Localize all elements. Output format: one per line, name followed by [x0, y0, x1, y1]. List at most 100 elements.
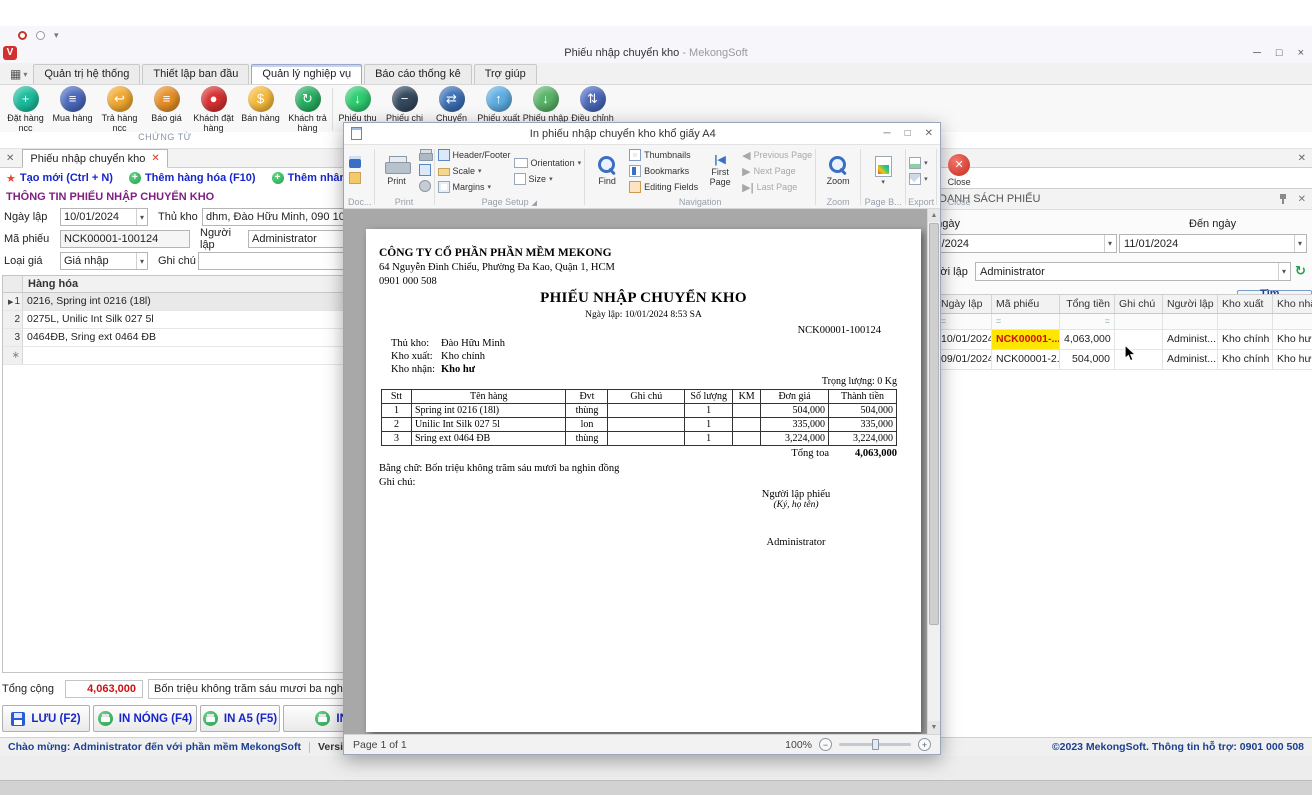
print-customize-icon[interactable]: [419, 180, 431, 195]
bookmarks-button[interactable]: Bookmarks: [629, 164, 698, 179]
pin-icon[interactable]: [1278, 193, 1288, 205]
zoom-track[interactable]: [839, 743, 911, 746]
vertical-scrollbar[interactable]: ▲ ▼: [927, 209, 940, 734]
close-all-tabs-icon[interactable]: ✕: [6, 153, 14, 164]
ribbon-item-khach-dat-hang[interactable]: ●Khách đặt hàng: [190, 86, 237, 134]
scrollbar-thumb[interactable]: [929, 223, 939, 625]
open-document-icon[interactable]: [349, 172, 361, 187]
first-page-button[interactable]: |◀First Page: [701, 154, 739, 188]
filter-cell[interactable]: [1060, 314, 1115, 329]
record-dot-icon[interactable]: [18, 31, 27, 40]
zoom-thumb-handle[interactable]: [872, 739, 879, 750]
toolbar-group-close: ✕Close Close: [937, 146, 981, 208]
header-footer-button[interactable]: Header/Footer: [438, 148, 511, 163]
ribbon-item-tra-hang-ncc[interactable]: ↩Trả hàng ncc: [96, 86, 143, 134]
ribbon-item-phieu-chi[interactable]: −Phiếu chi: [381, 86, 428, 123]
orientation-button[interactable]: Orientation▾: [514, 156, 582, 171]
last-page-button[interactable]: ▶|Last Page: [742, 180, 812, 195]
signer-hint: (Ký, họ tên): [696, 500, 896, 510]
minimize-icon[interactable]: ─: [1253, 47, 1261, 59]
group-label: Print: [375, 196, 434, 208]
column-header[interactable]: Người lập: [1163, 295, 1218, 313]
close-icon[interactable]: ✕: [925, 128, 933, 139]
column-header[interactable]: Mã phiếu: [992, 295, 1060, 313]
filter-cell[interactable]: [1273, 314, 1312, 329]
tab-bao-cao-thong-ke[interactable]: Báo cáo thống kê: [364, 64, 472, 84]
close-panel-icon[interactable]: ✕: [1298, 153, 1306, 164]
quick-print-icon[interactable]: [419, 148, 431, 163]
save-button[interactable]: LƯU (F2): [2, 705, 90, 732]
scroll-up-icon[interactable]: ▲: [928, 209, 940, 222]
tab-phieu-nhap-chuyen-kho[interactable]: Phiếu nhập chuyển kho ✕: [22, 149, 167, 168]
print-button[interactable]: Print: [378, 156, 416, 187]
send-email-button[interactable]: ▾: [909, 172, 928, 187]
filter-cell[interactable]: [992, 314, 1060, 329]
ribbon-item-bao-gia[interactable]: ≡Báo giá: [143, 86, 190, 123]
close-tab-icon[interactable]: ✕: [151, 153, 159, 164]
cell: 1: [685, 404, 733, 418]
close-label: Close: [948, 178, 971, 188]
page-background-button[interactable]: ▾: [864, 156, 902, 187]
toolbar-group-zoom: Zoom Zoom: [816, 146, 860, 208]
column-header[interactable]: Kho xuất: [1218, 295, 1273, 313]
ribbon-item-ban-hang[interactable]: $Bán hàng: [237, 86, 284, 123]
tab-thiet-lap-ban-dau[interactable]: Thiết lập ban đầu: [142, 64, 249, 84]
refresh-icon[interactable]: ↻: [1295, 263, 1306, 279]
price-type-select[interactable]: Giá nhập▾: [60, 252, 148, 270]
maximize-icon[interactable]: □: [1276, 47, 1283, 59]
ribbon-item-mua-hang[interactable]: ≡Mua hàng: [49, 86, 96, 123]
filter-cell[interactable]: [1163, 314, 1218, 329]
editing-fields-button[interactable]: Editing Fields: [629, 180, 698, 195]
export-document-button[interactable]: ▾: [909, 156, 928, 171]
menu-grid-icon[interactable]: ▦▾: [4, 65, 33, 84]
print-a5-button[interactable]: IN A5 (F5): [200, 705, 280, 732]
column-header[interactable]: Ghi chú: [1115, 295, 1163, 313]
column-header[interactable]: Tổng tiền: [1060, 295, 1115, 313]
chevron-down-icon[interactable]: ▾: [54, 30, 59, 41]
status-dot-icon[interactable]: [36, 31, 45, 40]
close-preview-button[interactable]: ✕Close: [940, 154, 978, 188]
previous-page-button[interactable]: ◀Previous Page: [742, 148, 812, 163]
zoom-button[interactable]: Zoom: [819, 155, 857, 187]
to-date-input[interactable]: 11/01/2024▾: [1119, 234, 1307, 253]
print-label: Print: [387, 177, 406, 187]
ribbon-item-phieu-thu[interactable]: ↓Phiếu thu: [334, 86, 381, 123]
thumbnails-button[interactable]: Thumbnails: [629, 148, 698, 163]
maximize-icon[interactable]: □: [905, 128, 911, 139]
close-panel-icon[interactable]: ✕: [1298, 194, 1306, 205]
save-document-icon[interactable]: [349, 156, 361, 171]
purchase-icon: ≡: [60, 86, 86, 112]
next-page-button[interactable]: ▶Next Page: [742, 164, 812, 179]
ribbon-item-khach-tra-hang[interactable]: ↻Khách trả hàng: [284, 86, 331, 134]
print-hot-button[interactable]: IN NÓNG (F4): [93, 705, 197, 732]
column-header[interactable]: Kho nhận: [1273, 295, 1312, 313]
minimize-icon[interactable]: ─: [883, 128, 890, 139]
margins-button[interactable]: Margins▾: [438, 180, 511, 195]
zoom-in-icon[interactable]: +: [918, 738, 931, 751]
scroll-down-icon[interactable]: ▼: [928, 721, 940, 734]
ribbon-item-phieu-nhap[interactable]: ↓Phiếu nhập: [522, 86, 569, 123]
scale-button[interactable]: Scale▾: [438, 164, 511, 179]
column-header[interactable]: Ngày lập: [937, 295, 992, 313]
cell: 3: [382, 432, 412, 446]
zoom-out-icon[interactable]: −: [819, 738, 832, 751]
tab-quan-tri-he-thong[interactable]: Quản trị hệ thống: [33, 64, 140, 84]
first-page-icon: |◀: [714, 154, 726, 166]
ribbon-item-dat-hang-ncc[interactable]: +Đặt hàng ncc: [2, 86, 49, 134]
add-item-button[interactable]: +Thêm hàng hóa (F10): [129, 172, 256, 184]
filter-cell[interactable]: [937, 314, 992, 329]
date-input[interactable]: 10/01/2024▾: [60, 208, 148, 226]
filter-cell[interactable]: [1115, 314, 1163, 329]
print-options-icon[interactable]: [419, 164, 431, 179]
tab-quan-ly-nghiep-vu[interactable]: Quản lý nghiệp vụ: [251, 64, 362, 84]
grid-filter-row[interactable]: [937, 314, 1312, 330]
close-icon[interactable]: ×: [1298, 47, 1304, 59]
dialog-launcher-icon[interactable]: ◢: [532, 200, 537, 207]
find-button[interactable]: Find: [588, 155, 626, 187]
new-voucher-button[interactable]: ★Tạo mới (Ctrl + N): [6, 172, 113, 185]
ribbon-item-phieu-xuat[interactable]: ↑Phiếu xuất: [475, 86, 522, 123]
size-button[interactable]: Size▾: [514, 172, 582, 187]
creator-filter-select[interactable]: Administrator▾: [975, 262, 1291, 281]
tab-tro-giup[interactable]: Trợ giúp: [474, 64, 537, 84]
filter-cell[interactable]: [1218, 314, 1273, 329]
